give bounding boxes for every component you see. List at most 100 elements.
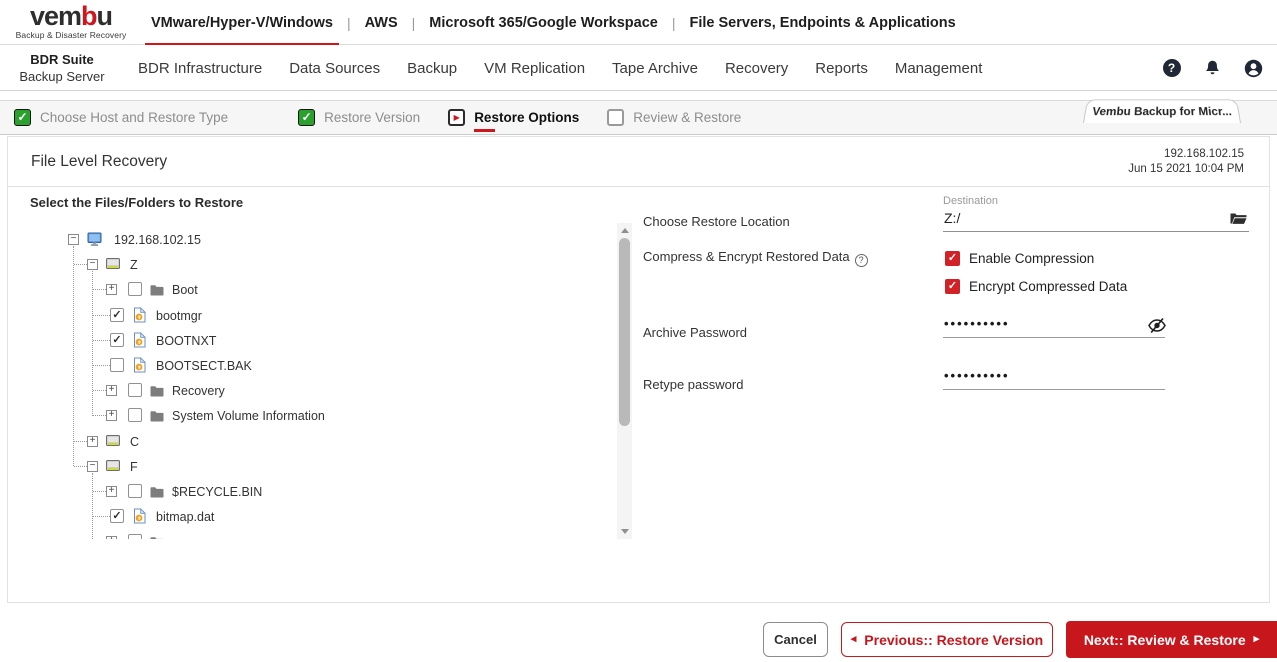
app-menu-item[interactable]: Management xyxy=(895,60,983,77)
tree-connector-stub xyxy=(93,339,110,341)
step-label: Choose Host and Restore Type xyxy=(40,110,229,125)
tree-row: ✓ bootmgr xyxy=(30,303,615,328)
app-menu-item[interactable]: VM Replication xyxy=(484,60,585,77)
tree-label[interactable]: 192.168.102.15 xyxy=(114,233,201,247)
collapse-toggle[interactable]: − xyxy=(68,234,79,245)
tree-label[interactable]: BOOTNXT xyxy=(156,334,216,348)
file-icon xyxy=(132,306,147,328)
tree-label[interactable]: BOOTSECT.BAK xyxy=(156,359,252,373)
file-tree: −192.168.102.15− Z + Boot ✓ bootmgr ✓ BOOTNXT BO… xyxy=(30,227,615,539)
tree-connector-stub xyxy=(93,364,110,366)
step-done-icon: ✓ xyxy=(14,109,31,126)
app-menu-item[interactable]: Recovery xyxy=(725,60,788,77)
expand-toggle[interactable]: + xyxy=(106,385,117,397)
archive-password-input[interactable] xyxy=(943,313,1165,338)
product-nav-item[interactable]: File Servers, Endpoints & Applications xyxy=(684,0,962,45)
retype-password-input[interactable] xyxy=(943,365,1165,390)
next-button[interactable]: Next:: Review & Restore ▸ xyxy=(1066,621,1277,658)
user-icon[interactable] xyxy=(1244,59,1263,78)
app-menu-item[interactable]: BDR Infrastructure xyxy=(138,60,262,77)
tree-connector-stub xyxy=(93,415,106,417)
tooltip-help-icon[interactable]: ? xyxy=(854,253,868,267)
help-icon[interactable]: ? xyxy=(1162,59,1181,78)
cancel-button[interactable]: Cancel xyxy=(763,622,828,657)
scrollbar-thumb[interactable] xyxy=(619,238,630,426)
session-tab[interactable]: Vembu Backup for Micr... xyxy=(1083,99,1241,123)
tree-label[interactable]: Z xyxy=(130,258,138,272)
destination-input[interactable] xyxy=(943,207,1249,232)
tree-label[interactable]: C xyxy=(130,435,139,449)
app-menu-item[interactable]: Tape Archive xyxy=(612,60,698,77)
app-menu-item[interactable]: Data Sources xyxy=(289,60,380,77)
tree-checkbox[interactable] xyxy=(110,357,124,372)
tree-row: + Boot xyxy=(30,277,615,302)
app-menu-item[interactable]: Reports xyxy=(815,60,868,77)
option-checkbox-row[interactable]: ✓ Enable Compression xyxy=(945,251,1127,266)
wizard-step[interactable]: ✓ Restore Version xyxy=(298,109,420,126)
tree-connector-stub xyxy=(93,516,110,518)
nav-separator: | xyxy=(411,14,416,31)
option-checkbox-label: Encrypt Compressed Data xyxy=(969,279,1128,294)
vembu-logo[interactable]: vembu Backup & Disaster Recovery xyxy=(12,3,130,41)
right-arrow-icon: ▸ xyxy=(1253,633,1260,645)
tree-label[interactable]: Recovery xyxy=(172,384,225,398)
tree-label[interactable]: Boot xyxy=(172,283,198,297)
step-label: Restore Version xyxy=(324,110,421,125)
suite-block[interactable]: BDR Suite Backup Server xyxy=(10,51,114,85)
tree-checkbox[interactable]: ✓ xyxy=(110,307,124,322)
tree-label[interactable]: F xyxy=(130,460,138,474)
tree-row: − Z xyxy=(30,252,615,277)
wizard-step[interactable]: Review & Restore xyxy=(607,109,741,126)
tree-checkbox[interactable]: ✓ xyxy=(110,332,124,347)
tree-checkbox[interactable] xyxy=(128,383,142,398)
app-menu: BDR Infrastructure Data Sources Backup VM R… xyxy=(138,45,982,91)
folder-icon xyxy=(149,384,165,403)
tree-scrollbar[interactable] xyxy=(617,223,632,539)
option-checkbox-row[interactable]: ✓ Encrypt Compressed Data xyxy=(945,279,1127,294)
red-checkbox-checked-icon[interactable]: ✓ xyxy=(945,251,960,266)
product-nav-item[interactable]: Microsoft 365/Google Workspace xyxy=(423,0,664,45)
scroll-down-arrow-icon[interactable] xyxy=(620,529,629,534)
collapse-toggle[interactable]: − xyxy=(87,259,98,271)
scroll-up-arrow-icon[interactable] xyxy=(620,228,629,233)
compress-checkbox-group: ✓ Enable Compression ✓ Encrypt Compressed D… xyxy=(945,251,1127,294)
tree-row: + C xyxy=(30,429,615,454)
expand-toggle[interactable]: + xyxy=(106,485,117,497)
browse-folder-icon[interactable] xyxy=(1229,211,1248,231)
tree-connector-stub xyxy=(74,264,87,266)
host-datetime: Jun 15 2021 10:04 PM xyxy=(1128,163,1244,175)
app-menu-item[interactable]: Backup xyxy=(407,60,457,77)
drive-icon xyxy=(105,458,121,478)
red-checkbox-checked-icon[interactable]: ✓ xyxy=(945,279,960,294)
tree-connector-stub xyxy=(93,289,106,291)
folder-icon xyxy=(149,485,165,504)
tree-checkbox[interactable] xyxy=(128,534,142,539)
tree-label[interactable]: System Volume Information xyxy=(172,409,325,423)
collapse-toggle[interactable]: − xyxy=(87,460,98,472)
tree-checkbox[interactable] xyxy=(128,483,142,498)
notifications-icon[interactable] xyxy=(1203,59,1222,78)
expand-toggle[interactable]: + xyxy=(87,435,98,447)
destination-label: Destination xyxy=(943,195,999,207)
product-nav-item[interactable]: AWS xyxy=(359,0,404,45)
tree-label[interactable]: $RECYCLE.BIN xyxy=(172,485,262,499)
expand-toggle[interactable]: + xyxy=(106,410,117,422)
tree-label[interactable]: bootmgr xyxy=(156,309,202,323)
app-window: vembu Backup & Disaster Recovery VMware/… xyxy=(0,0,1277,662)
tree-checkbox[interactable] xyxy=(128,282,142,297)
toggle-password-visibility-icon[interactable] xyxy=(1147,317,1167,339)
product-nav-item[interactable]: VMware/Hyper-V/Windows xyxy=(145,0,339,46)
tree-connector-stub xyxy=(93,490,106,492)
tree-checkbox[interactable]: ✓ xyxy=(110,509,124,524)
tree-label[interactable]: bitmap.dat xyxy=(156,510,214,524)
tree-checkbox[interactable] xyxy=(128,408,142,423)
wizard-step[interactable]: ▶ Restore Options xyxy=(448,109,579,132)
product-nav: VMware/Hyper-V/Windows | AWS | Microsoft 365… xyxy=(145,0,962,46)
expand-toggle[interactable]: + xyxy=(106,284,117,296)
host-icon xyxy=(86,231,103,253)
wizard-step[interactable]: ✓ Choose Host and Restore Type xyxy=(14,109,228,126)
previous-button[interactable]: ◂ Previous:: Restore Version xyxy=(841,622,1053,657)
compress-encrypt-label: Compress & Encrypt Restored Data? xyxy=(643,249,868,267)
step-pending-icon xyxy=(607,109,625,126)
expand-toggle[interactable]: + xyxy=(106,536,117,539)
